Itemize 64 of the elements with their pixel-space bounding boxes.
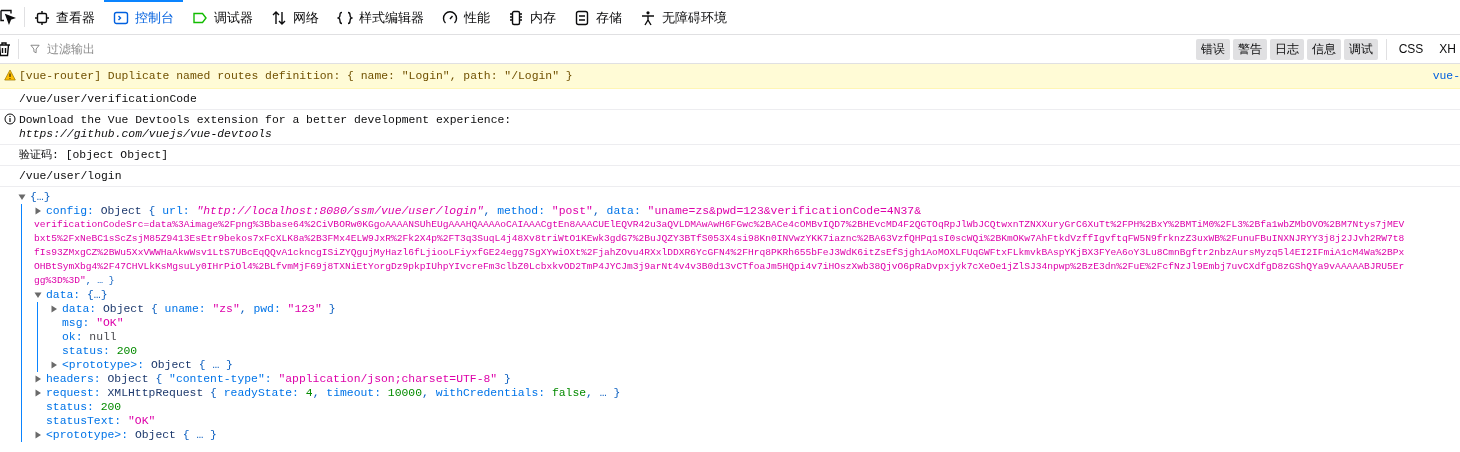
string-continuation-line: gg%3D%3D", … } <box>34 274 115 288</box>
string-continuation-line: fIs93ZMxgCZ%2BWu5XxVWWHaAkwWsv1LtS7UBcEqQQvA1ckncgISiZYQgujMyHazl6fLjiooLFiyxfGE24egg7SgXYwiOXt%2FjahZOvu4RXxlDDXR6YcGFN4%2FHrq8PKRh655bFeJ3WdK6itZsEfSjgh1AoMOXLFUqGWFtxFLkmvkBAspYKjBX3FYeA6oY3Lu8CmnBgftr2nbzAursMyzq5l4EI2IFmiA1cM4Wa%2BPx <box>34 246 1405 260</box>
level-filter-toggle[interactable]: 调试 <box>1343 38 1378 60</box>
property-line: config: Object { url: "http://localhost:8080/ssm/vue/user/login", method: "post", data: "uname=zs&pwd=123&verificationCode=4N37& <box>46 204 921 218</box>
log-text: 验证码: [object Object] <box>19 148 170 162</box>
disclosure-triangle-icon[interactable] <box>34 291 42 299</box>
string-continuation-line: OHBtSymXbg4%2F47CHVLkKsMgsuLy0IHrPiOl4%2BLfvmMjF69j8TXNiEtYorgDz9pkpIUhpYIvcreFm3clbZ0LcbxkvOD2TmP4JYCJm3j9arNt4v4v3B0d13vCTfoaJm5HQpi4v7iHOszXwb38QjvO6pRaDvpxjyk7cXeOe1jZlSJ34npwp%2BzE3dn%2FuE%2FcfNzJl9Embj7uvCXdfgD8zGShQYa9vAAAAABJRU5Er <box>34 260 1405 274</box>
property-line: status: 200 <box>62 344 138 358</box>
devtools-tab[interactable]: 无障碍环境 <box>631 0 736 34</box>
source-link[interactable]: vue- <box>1432 69 1460 83</box>
devtools-tab[interactable]: 查看器 <box>25 0 104 34</box>
disclosure-triangle-icon[interactable] <box>34 431 42 439</box>
level-filter-toggle[interactable]: 警告 <box>1232 38 1267 60</box>
warning-icon <box>3 69 16 81</box>
property-line: <prototype>: Object { … } <box>62 358 233 372</box>
log-text: Download the Vue Devtools extension for a better development experience: <box>19 113 513 127</box>
warning-text: [vue-router] Duplicate named routes definition: { name: "Login", path: "/Login" } <box>19 69 574 83</box>
level-filter-toggle[interactable]: 信息 <box>1306 38 1341 60</box>
request-filter-toggle[interactable]: CSS <box>1394 40 1428 58</box>
tag-icon <box>192 10 208 26</box>
devtools-tab[interactable]: 控制台 <box>104 0 183 34</box>
console-icon <box>113 10 129 26</box>
property-line: msg: "OK" <box>62 316 124 330</box>
devtools-tab[interactable]: 网络 <box>262 0 328 34</box>
gauge-icon <box>442 10 458 26</box>
property-line: request: XMLHttpRequest { readyState: 4, timeout: 10000, withCredentials: false, … } <box>46 386 621 400</box>
storage-icon <box>574 10 590 26</box>
disclosure-triangle-icon[interactable] <box>34 207 42 215</box>
string-continuation-line: bxt5%2FxNeBC1sScZsjM85Z9413EsEtr9bekos7xFcXLK8a%2B3FMx4ELW9JxR%2Fk2X4p%2FT3q3SuqL4j48Xv8triWtO1KEwk3gdG7%2BuJQZY3BTfS053X4si98Kn0INVwzYKK7iaznc%2BA63VzfQHPq1sI0scWQi%2BKmOKw7AhFtkdVzffIgvftqFW5N9frknzZ3uxWB%2FunuFBuINXNJRYY3j8j2JJvh2RW7t8 <box>34 232 1405 246</box>
property-line: data: Object { uname: "zs", pwd: "123" } <box>62 302 336 316</box>
disclosure-triangle-icon[interactable] <box>18 193 26 201</box>
property-line: {…} <box>30 190 51 204</box>
property-line: <prototype>: Object { … } <box>46 428 217 442</box>
log-text: /vue/user/login <box>19 169 123 183</box>
picker-icon <box>0 9 16 25</box>
person-icon <box>640 10 656 26</box>
devtools-tab[interactable]: 性能 <box>433 0 499 34</box>
request-filter-toggle[interactable]: XH <box>1435 40 1460 58</box>
property-line: ok: null <box>62 330 117 344</box>
devtools-tab[interactable]: 样式编辑器 <box>328 0 433 34</box>
disclosure-triangle-icon[interactable] <box>50 305 58 313</box>
property-line: statusText: "OK" <box>46 414 156 428</box>
arrows-icon <box>271 10 287 26</box>
property-line: data: {…} <box>46 288 108 302</box>
devtools-tab[interactable]: 调试器 <box>183 0 262 34</box>
filter-icon <box>29 43 41 55</box>
level-filter-toggle[interactable]: 错误 <box>1195 38 1230 60</box>
devtools-tab[interactable]: 内存 <box>499 0 565 34</box>
disclosure-triangle-icon[interactable] <box>34 375 42 383</box>
property-line: status: 200 <box>46 400 122 414</box>
property-line: headers: Object { "content-type": "application/json;charset=UTF-8" } <box>46 372 511 386</box>
log-text: /vue/user/verificationCode <box>19 92 198 106</box>
disclosure-triangle-icon[interactable] <box>50 361 58 369</box>
frame-icon <box>34 10 50 26</box>
level-filter-toggle[interactable]: 日志 <box>1269 38 1304 60</box>
devtools-tab[interactable]: 存储 <box>565 0 631 34</box>
braces-icon <box>337 10 353 26</box>
disclosure-triangle-icon[interactable] <box>34 389 42 397</box>
chip-icon <box>508 10 524 26</box>
info-icon <box>3 113 16 125</box>
filter-field[interactable]: 过滤输出 <box>45 41 309 57</box>
trash-icon <box>0 41 12 57</box>
string-continuation-line: verificationCodeSrc=data%3Aimage%2Fpng%3Bbase64%2CiVBORw0KGgoAAAANSUhEUgAAAHQAAAAoCAIAAACgtEn8AAACUElEQVR42u3aQVLDMAwAwH6FGwc%2BACe4cOMBvIQD7%2BHEvcMD4F2QGTOqRpJlWbJCQtwxnTZNXXuryGrC6XuTt%2FPH%2BxY%2BMTiM0%2FL3%2Bfa1wbZMbOVO%2BM7Ntys7jMEV <box>34 218 1405 232</box>
url-link[interactable]: https://github.com/vuejs/vue-devtools <box>19 128 272 140</box>
